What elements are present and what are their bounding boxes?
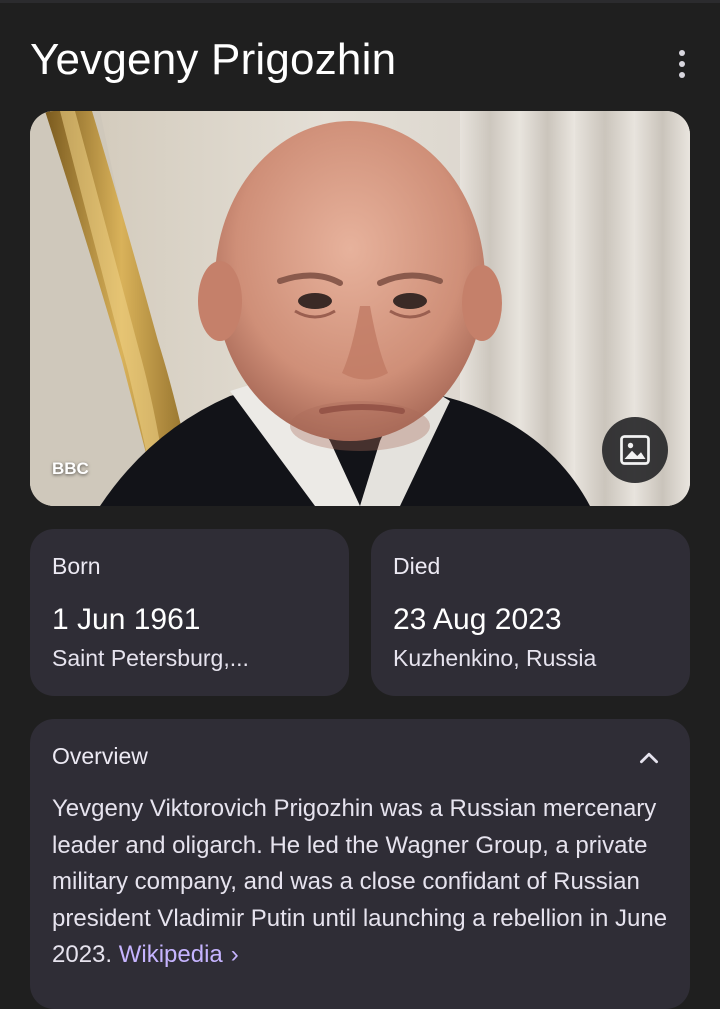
more-vert-icon — [679, 50, 685, 56]
born-card[interactable]: Born 1 Jun 1961 Saint Petersburg,... — [30, 529, 349, 696]
image-source-label: BBC — [52, 459, 89, 478]
view-images-button[interactable] — [602, 417, 668, 483]
image-icon — [620, 435, 650, 465]
portrait-illustration — [30, 111, 690, 506]
entity-photo[interactable]: BBC — [30, 111, 690, 506]
more-vert-icon-dot — [679, 72, 685, 78]
died-place: Kuzhenkino, Russia — [393, 645, 597, 671]
more-vert-icon-dot — [679, 61, 685, 67]
born-date: 1 Jun 1961 — [52, 603, 201, 636]
knowledge-panel-header: Yevgeny Prigozhin — [30, 32, 700, 92]
chevron-right-icon: › — [230, 941, 239, 968]
chevron-up-icon — [640, 752, 658, 764]
more-options-button[interactable] — [664, 42, 700, 86]
died-date: 23 Aug 2023 — [393, 603, 562, 636]
collapse-overview-button[interactable] — [630, 739, 668, 777]
wikipedia-link-label: Wikipedia — [118, 941, 223, 968]
top-edge — [0, 0, 720, 3]
overview-card: Overview Yevgeny Viktorovich Prigozhin w… — [30, 719, 690, 1009]
died-card[interactable]: Died 23 Aug 2023 Kuzhenkino, Russia — [371, 529, 690, 696]
entity-title: Yevgeny Prigozhin — [30, 35, 397, 84]
died-label: Died — [393, 553, 441, 579]
overview-heading: Overview — [52, 743, 148, 769]
born-label: Born — [52, 553, 101, 579]
wikipedia-link[interactable]: Wikipedia › — [119, 941, 239, 968]
born-place: Saint Petersburg,... — [52, 645, 249, 671]
overview-description: Yevgeny Viktorovich Prigozhin was a Russ… — [52, 791, 668, 974]
